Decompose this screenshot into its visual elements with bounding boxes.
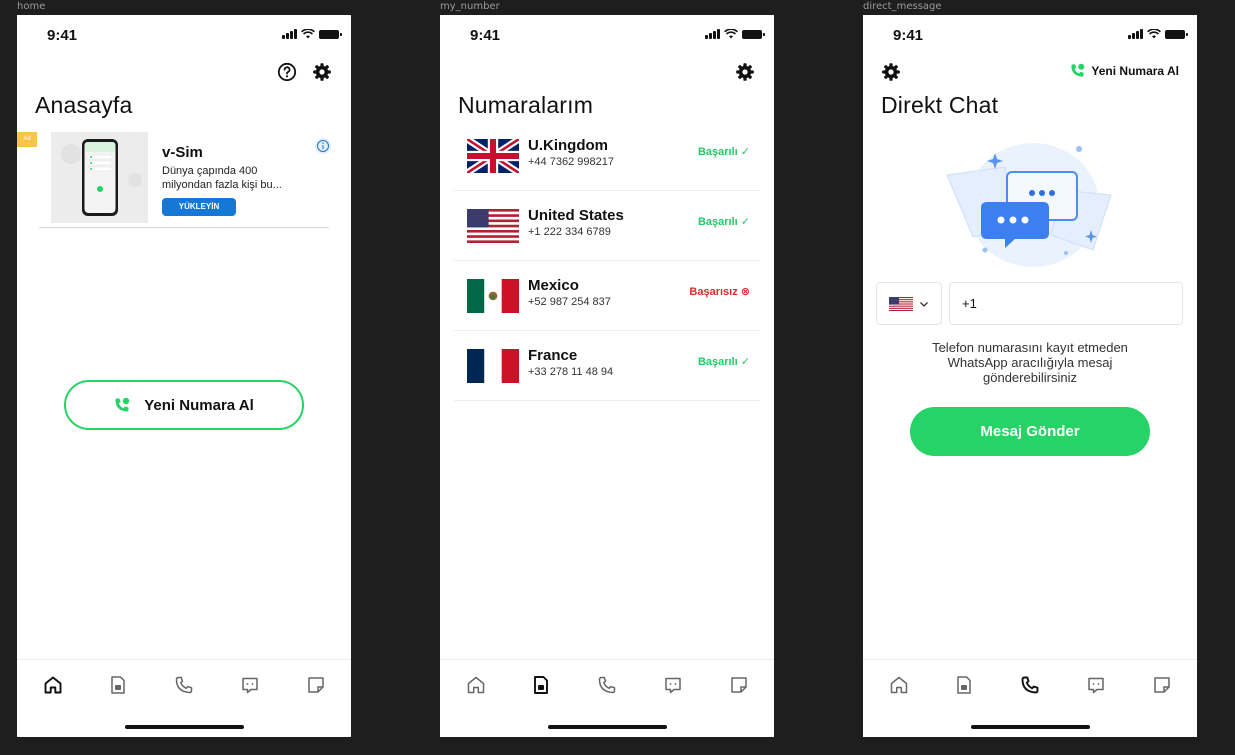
page-title: Anasayfa [35, 92, 133, 118]
home-icon[interactable] [465, 674, 487, 696]
status-time: 9:41 [893, 27, 924, 44]
new-number-button[interactable]: Yeni Numara Al [64, 380, 304, 430]
new-number-label: Yeni Numara Al [144, 396, 254, 414]
uk-flag-icon [467, 139, 519, 173]
page-title: Direkt Chat [881, 92, 999, 118]
status-badge: Başarılı ✓ [697, 356, 750, 368]
chat-icon[interactable] [662, 674, 684, 696]
note-icon[interactable] [1151, 674, 1173, 696]
status-bar: 9:41 [440, 15, 774, 55]
home-indicator [125, 725, 244, 729]
us-flag-icon [889, 297, 913, 311]
country-name: Mexico [528, 277, 579, 294]
phone-icon[interactable] [596, 674, 618, 696]
frame-label-home: home [17, 1, 46, 12]
phone-number-input[interactable]: +1 [949, 282, 1183, 325]
signal-icon [282, 29, 297, 39]
phone-number: +44 7362 998217 [528, 156, 614, 168]
info-icon[interactable] [315, 138, 331, 154]
ad-badge: Ad [17, 132, 37, 147]
country-name: United States [528, 207, 624, 224]
ad-title: v-Sim [162, 144, 203, 161]
number-row[interactable]: France +33 278 11 48 94 Başarılı ✓ [454, 331, 760, 401]
send-message-button[interactable]: Mesaj Gönder [910, 407, 1150, 456]
signal-icon [705, 29, 720, 39]
frame-label-my-number: my_number [440, 1, 500, 12]
home-screen: 9:41 Anasayfa Ad v-Sim Dünya çapında 400… [17, 15, 351, 737]
phone-icon[interactable] [1019, 674, 1041, 696]
divider [39, 227, 329, 228]
sim-icon[interactable] [107, 674, 129, 696]
status-bar: 9:41 [863, 15, 1197, 55]
wifi-icon [1147, 29, 1161, 39]
number-row[interactable]: Mexico +52 987 254 837 Başarısız ⊗ [454, 261, 760, 331]
home-icon[interactable] [888, 674, 910, 696]
ad-description: Dünya çapında 400 milyondan fazla kişi b… [162, 165, 282, 191]
battery-icon [742, 29, 765, 39]
chat-icon[interactable] [239, 674, 261, 696]
phone-illustration-icon [61, 139, 142, 216]
battery-icon [1165, 29, 1188, 39]
mexico-flag-icon [467, 279, 519, 313]
settings-gear-icon[interactable] [881, 62, 901, 82]
direct-chat-description: Telefon numarasını kayıt etmeden WhatsAp… [932, 340, 1128, 385]
us-flag-icon [467, 209, 519, 243]
status-time: 9:41 [470, 27, 501, 44]
phone-add-icon [115, 397, 130, 412]
new-number-link[interactable]: Yeni Numara Al [1070, 63, 1179, 78]
battery-icon [319, 29, 342, 39]
status-bar: 9:41 [17, 15, 351, 55]
phone-number: +33 278 11 48 94 [528, 366, 614, 378]
phone-number: +1 222 334 6789 [528, 226, 611, 238]
country-name: U.Kingdom [528, 137, 608, 154]
ad-install-button[interactable]: YÜKLEYİN [162, 198, 236, 216]
status-badge: Başarılı ✓ [697, 146, 750, 158]
wifi-icon [724, 29, 738, 39]
number-row[interactable]: United States +1 222 334 6789 Başarılı ✓ [454, 191, 760, 261]
phone-add-icon [1071, 63, 1085, 77]
home-indicator [548, 725, 667, 729]
country-name: France [528, 347, 578, 364]
settings-gear-icon[interactable] [735, 62, 755, 82]
note-icon[interactable] [305, 674, 327, 696]
chevron-down-icon [920, 302, 928, 307]
signal-icon [1128, 29, 1143, 39]
country-code-select[interactable] [876, 282, 942, 325]
france-flag-icon [467, 349, 519, 383]
home-indicator [971, 725, 1090, 729]
status-badge: Başarılı ✓ [697, 216, 750, 228]
home-icon[interactable] [42, 674, 64, 696]
note-icon[interactable] [728, 674, 750, 696]
chat-icon[interactable] [1085, 674, 1107, 696]
settings-gear-icon[interactable] [312, 62, 332, 82]
new-number-link-label: Yeni Numara Al [1091, 63, 1179, 78]
status-badge: Başarısız ⊗ [689, 286, 750, 298]
ad-image[interactable] [51, 132, 148, 223]
sim-icon[interactable] [953, 674, 975, 696]
sim-icon[interactable] [530, 674, 552, 696]
phone-icon[interactable] [173, 674, 195, 696]
direct-chat-screen: 9:41 Yeni Numara Al Direkt Chat +1 Telef… [863, 15, 1197, 737]
status-time: 9:41 [47, 27, 78, 44]
wifi-icon [301, 29, 315, 39]
help-icon[interactable] [277, 62, 297, 82]
my-numbers-screen: 9:41 Numaralarım U.Kingdom +44 7362 9982… [440, 15, 774, 737]
phone-number: +52 987 254 837 [528, 296, 611, 308]
chat-illustration-icon [946, 143, 1112, 267]
page-title: Numaralarım [458, 92, 594, 118]
frame-label-direct-message: direct_message [863, 1, 942, 12]
number-row[interactable]: U.Kingdom +44 7362 998217 Başarılı ✓ [454, 121, 760, 191]
